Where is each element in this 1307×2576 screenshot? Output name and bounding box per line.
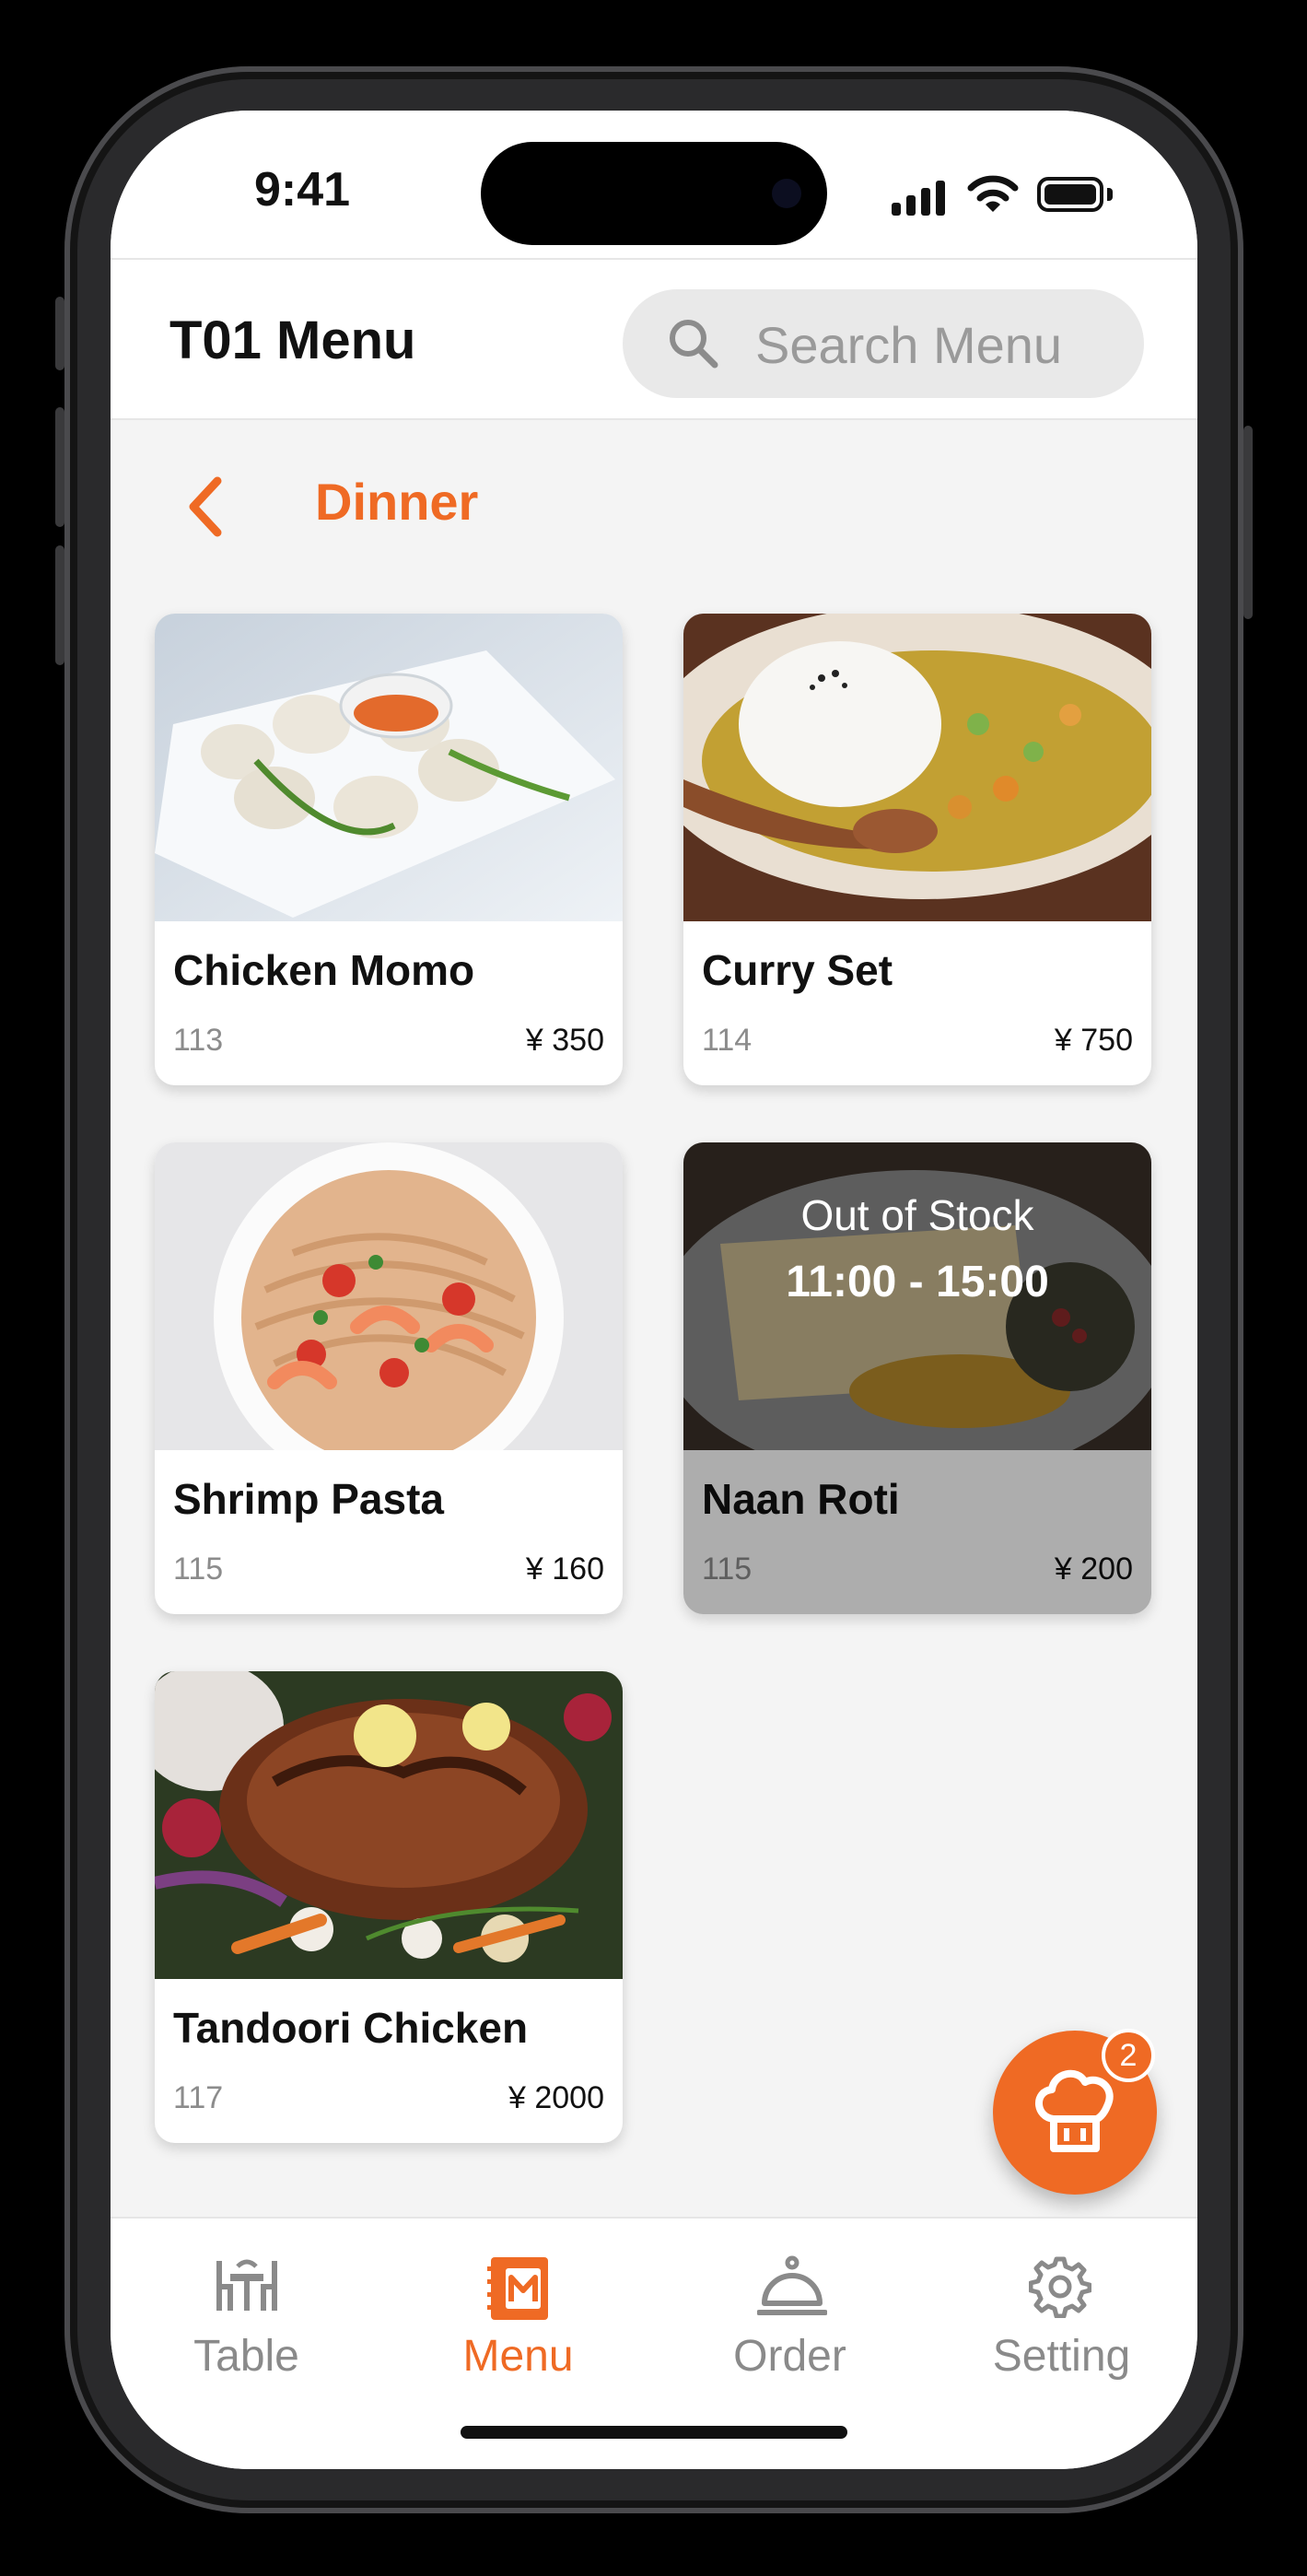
gear-icon	[1029, 2256, 1091, 2318]
item-price: ¥ 160	[525, 1551, 604, 1587]
tab-label: Menu	[462, 2332, 574, 2381]
item-code: 113	[173, 1023, 224, 1058]
menu-item-card[interactable]: Shrimp Pasta 115 ¥ 160	[155, 1142, 623, 1614]
item-price: ¥ 750	[1054, 1023, 1133, 1058]
menu-item-card[interactable]: Tandoori Chicken 117 ¥ 2000	[155, 1671, 623, 2143]
item-name: Curry Set	[702, 946, 893, 994]
tab-label: Order	[733, 2332, 846, 2381]
menu-item-card[interactable]: Curry Set 114 ¥ 750	[683, 614, 1151, 1085]
category-title: Dinner	[315, 473, 479, 531]
curry-rice-photo	[683, 614, 1151, 921]
bell-icon	[757, 2255, 827, 2315]
home-indicator[interactable]	[461, 2426, 847, 2439]
dumplings-photo	[155, 614, 623, 921]
item-name: Shrimp Pasta	[173, 1475, 444, 1523]
tab-menu[interactable]: Menu	[382, 2219, 654, 2403]
search-icon	[670, 320, 718, 369]
menu-item-card[interactable]: Chicken Momo 113 ¥ 350	[155, 614, 623, 1085]
shrimp-pasta-photo	[155, 1142, 623, 1450]
item-price: ¥ 2000	[508, 2080, 604, 2115]
menu-item-card-out-of-stock[interactable]: Naan Roti 115 ¥ 200 Out of Stock 11:00 -…	[683, 1142, 1151, 1614]
item-code: 115	[173, 1551, 224, 1587]
back-chevron-icon[interactable]	[177, 461, 232, 553]
power-button	[1243, 426, 1253, 619]
page-title: T01 Menu	[169, 310, 416, 370]
tab-order[interactable]: Order	[654, 2219, 926, 2403]
chef-hat-icon	[1035, 2069, 1114, 2152]
tab-label: Setting	[992, 2332, 1131, 2381]
app-screen: 9:41 T01 Menu Dinner	[111, 111, 1197, 2469]
battery-icon	[1037, 177, 1103, 212]
item-name: Chicken Momo	[173, 946, 475, 994]
camera-lens	[772, 179, 801, 208]
item-price: ¥ 350	[525, 1023, 604, 1058]
volume-up-button	[55, 407, 64, 527]
tab-label: Table	[193, 2332, 299, 2381]
dynamic-island	[481, 142, 827, 245]
item-code: 117	[173, 2080, 224, 2115]
mute-switch	[55, 297, 64, 370]
table-icon	[216, 2259, 277, 2311]
app-header: T01 Menu	[111, 258, 1197, 420]
battery-tip	[1107, 188, 1113, 201]
menu-book-icon	[487, 2257, 548, 2320]
tab-table[interactable]: Table	[111, 2219, 382, 2403]
status-bar: 9:41	[111, 111, 1197, 258]
item-code: 114	[702, 1023, 753, 1058]
search-bar[interactable]	[623, 289, 1144, 400]
wifi-icon	[967, 175, 1019, 212]
tab-setting[interactable]: Setting	[926, 2219, 1197, 2403]
order-count-badge: 2	[1102, 2029, 1155, 2082]
volume-down-button	[55, 545, 64, 665]
availability-hours: 11:00 - 15:00	[786, 1258, 1049, 1306]
status-time: 9:41	[254, 163, 351, 217]
item-name: Tandoori Chicken	[173, 2004, 529, 2052]
out-of-stock-label: Out of Stock	[800, 1191, 1034, 1239]
roast-chicken-photo	[155, 1671, 623, 1979]
signal-icon	[892, 179, 947, 216]
search-input[interactable]	[753, 289, 1126, 400]
